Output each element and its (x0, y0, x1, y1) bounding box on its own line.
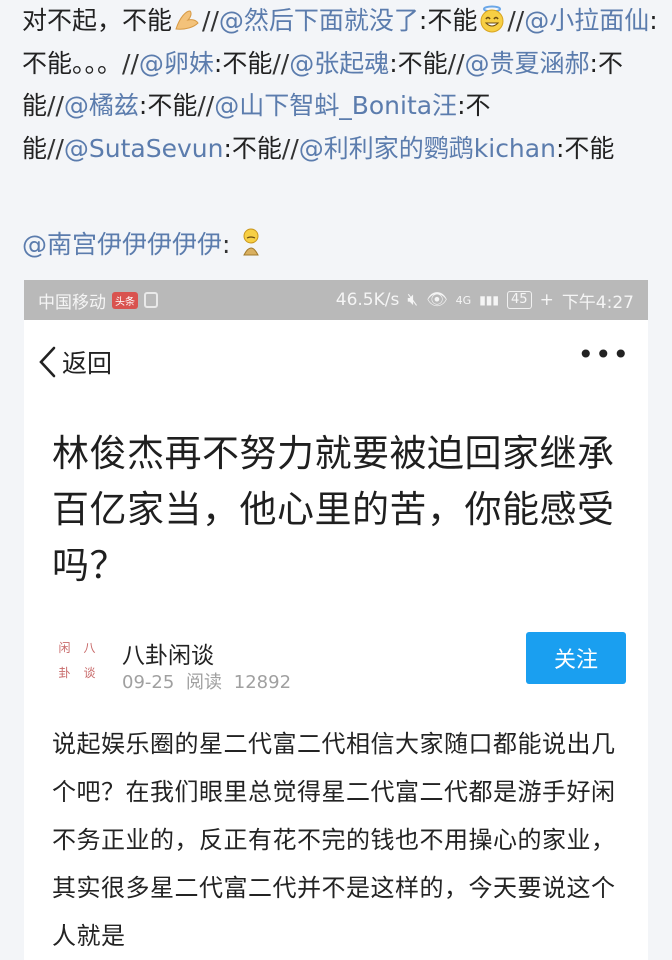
repost-separator: // (447, 48, 465, 78)
grinning-halo-icon (477, 4, 507, 33)
mention-link[interactable]: @张起魂 (289, 49, 389, 78)
avatar-char: 闲 (58, 641, 71, 655)
mention-colon: : (223, 133, 232, 163)
mention-colon: : (589, 48, 598, 78)
repost-text: 不能。。。 (22, 48, 123, 78)
eye-icon: 👁︎ (426, 290, 448, 310)
mention-link[interactable]: @卵妹 (139, 49, 214, 78)
reply-colon: : (222, 230, 231, 259)
article-body: 说起娱乐圈的星二代富二代相信大家随口都能说出几个吧？在我们眼里总觉得星二代富二代… (52, 730, 616, 950)
mention-link[interactable]: @山下智蚪_Bonita汪 (214, 91, 457, 120)
follow-button[interactable]: 关注 (526, 632, 626, 684)
notification-icon (144, 292, 158, 308)
network-speed: 46.5K/s (335, 290, 400, 310)
publish-date: 09-25 (122, 672, 175, 693)
status-bar: 中国移动 头条 46.5K/s 🔇︎ 👁︎ 4G ▮▮▮ 45 + 下午4:27 (24, 280, 648, 320)
toutiao-app-icon: 头条 (112, 291, 138, 309)
reply-mention-link[interactable]: @南宫伊伊伊伊伊 (22, 230, 222, 259)
repost-separator: // (281, 133, 299, 163)
mention-colon: : (457, 91, 466, 120)
back-button[interactable]: 返回 (38, 344, 112, 380)
mention-colon: : (389, 48, 398, 78)
author-row: 闲 八 卦 谈 八卦闲谈 09-25 阅读 12892 关注 (52, 632, 626, 696)
author-avatar[interactable]: 闲 八 卦 谈 (52, 636, 102, 686)
avatar-char: 谈 (83, 666, 96, 680)
repost-text: 不能 (397, 48, 448, 78)
nav-bar: 返回 ••• (24, 320, 648, 404)
repost-separator: // (202, 6, 219, 35)
repost-separator: // (47, 133, 64, 163)
mention-link[interactable]: @橘兹 (64, 91, 139, 120)
repost-text: 不能 (222, 48, 273, 78)
mention-link[interactable]: @贵夏涵郝 (465, 49, 590, 78)
signal-icon: ▮▮▮ (479, 293, 500, 307)
read-label: 阅读 (186, 672, 223, 693)
repost-text: 不能 (564, 133, 615, 163)
repost-text: 不能 (231, 133, 282, 163)
article-title: 林俊杰再不努力就要被迫回家继承百亿家当，他心里的苦，你能感受吗？ (52, 432, 615, 587)
chevron-left-icon (39, 346, 56, 378)
embedded-screenshot: 中国移动 头条 46.5K/s 🔇︎ 👁︎ 4G ▮▮▮ 45 + 下午4:27… (24, 280, 648, 960)
repost-separator: // (197, 91, 215, 120)
mute-icon: 🔇︎ (407, 290, 419, 310)
repost-separator: // (47, 91, 64, 120)
mention-link[interactable]: @SutaSevun (64, 134, 224, 163)
charging-icon: + (539, 290, 554, 310)
avatar-char: 卦 (58, 666, 71, 680)
mention-link[interactable]: @利利家的鹦鹉kichan (299, 134, 556, 163)
repost-text: 不能 (427, 6, 478, 35)
author-name[interactable]: 八卦闲谈 (122, 636, 214, 670)
reply-line: @南宫伊伊伊伊伊: (22, 225, 268, 265)
more-options-button[interactable]: ••• (577, 341, 630, 369)
carrier: 中国移动 头条 (38, 288, 158, 313)
repost-separator: // (272, 48, 290, 78)
avatar-char: 八 (83, 641, 96, 655)
battery-icon: 45 (507, 291, 532, 309)
mention-colon: : (649, 6, 658, 35)
clasped-hands-icon (172, 4, 202, 30)
carrier-name: 中国移动 (38, 292, 106, 313)
mention-link[interactable]: @然后下面就没了 (219, 6, 419, 35)
network-type: 4G (455, 293, 472, 307)
repost-separator: // (122, 48, 139, 78)
sad-kneeling-icon (238, 227, 268, 256)
repost-chain: 对不起，不能//@然后下面就没了:不能//@小拉面仙:不能。。。//@卵妹:不能… (22, 0, 662, 170)
mention-link[interactable]: @小拉面仙 (524, 6, 649, 35)
repost-text: 对不起，不能 (22, 6, 173, 35)
repost-separator: // (507, 6, 525, 35)
status-right: 46.5K/s 🔇︎ 👁︎ 4G ▮▮▮ 45 + 下午4:27 (336, 288, 634, 313)
back-label: 返回 (62, 349, 113, 378)
read-count: 12892 (233, 672, 292, 693)
clock: 下午4:27 (561, 292, 634, 313)
repost-text: 不能 (147, 91, 198, 120)
article-meta: 09-25 阅读 12892 (122, 668, 291, 694)
